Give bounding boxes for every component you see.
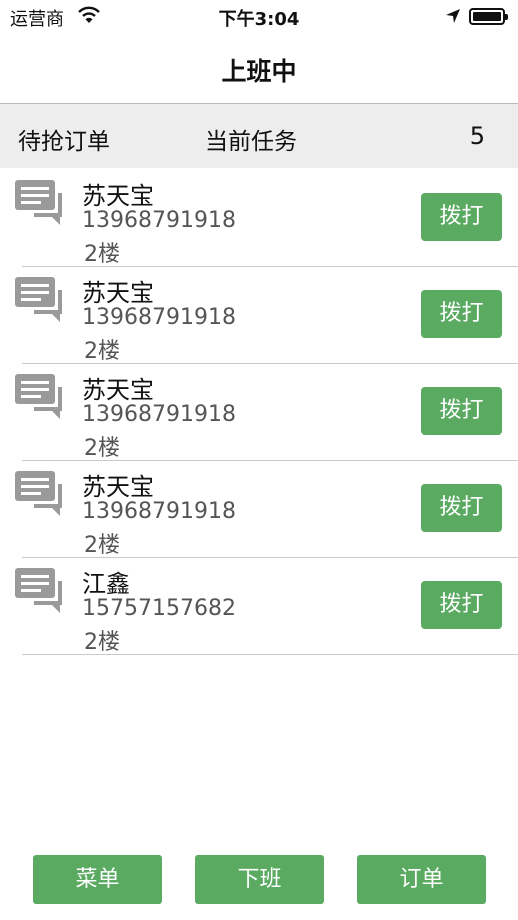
list-item[interactable]: 苏天宝 13968791918 2楼 拨打	[0, 364, 518, 461]
list-item[interactable]: 江鑫 15757157682 2楼 拨打	[0, 558, 518, 655]
list-item[interactable]: 苏天宝 13968791918 2楼 拨打	[0, 267, 518, 364]
orders-button[interactable]: 订单	[357, 855, 486, 904]
customer-name: 苏天宝	[82, 473, 154, 501]
nav-bar: 上班中	[0, 34, 518, 104]
bottom-action-bar: 菜单 下班 订单	[0, 855, 518, 905]
current-tasks-label[interactable]: 当前任务	[205, 122, 297, 156]
customer-phone: 13968791918	[82, 402, 236, 427]
clock-time: 下午3:04	[218, 9, 300, 30]
status-bar: 运营商 下午3:04	[0, 0, 518, 34]
message-icon[interactable]	[14, 470, 66, 518]
customer-name: 江鑫	[82, 570, 130, 598]
customer-floor: 2楼	[84, 630, 120, 655]
location-arrow-icon	[446, 9, 460, 23]
customer-floor: 2楼	[84, 339, 120, 364]
customer-phone: 13968791918	[82, 208, 236, 233]
off-work-button[interactable]: 下班	[195, 855, 324, 904]
row-divider	[22, 654, 518, 655]
list-item[interactable]: 苏天宝 13968791918 2楼 拨打	[0, 461, 518, 558]
customer-name: 苏天宝	[82, 376, 154, 404]
call-button[interactable]: 拨打	[421, 387, 502, 435]
customer-name: 苏天宝	[82, 182, 154, 210]
menu-button[interactable]: 菜单	[33, 855, 162, 904]
message-icon[interactable]	[14, 276, 66, 324]
customer-floor: 2楼	[84, 533, 120, 558]
call-button[interactable]: 拨打	[421, 581, 502, 629]
customer-phone: 13968791918	[82, 305, 236, 330]
call-button[interactable]: 拨打	[421, 193, 502, 241]
message-icon[interactable]	[14, 179, 66, 227]
call-button[interactable]: 拨打	[421, 290, 502, 338]
customer-phone: 13968791918	[82, 499, 236, 524]
customer-phone: 15757157682	[82, 596, 236, 621]
customer-floor: 2楼	[84, 436, 120, 461]
customer-name: 苏天宝	[82, 279, 154, 307]
current-tasks-count: 5	[469, 122, 485, 150]
page-title: 上班中	[221, 57, 297, 86]
battery-icon	[469, 8, 508, 25]
customer-floor: 2楼	[84, 242, 120, 267]
pending-orders-tab[interactable]: 待抢订单	[18, 122, 110, 156]
order-list: 苏天宝 13968791918 2楼 拨打 苏天宝 13968791918 2楼…	[0, 170, 518, 655]
call-button[interactable]: 拨打	[421, 484, 502, 532]
summary-bar: 待抢订单 当前任务 5	[0, 104, 518, 168]
message-icon[interactable]	[14, 373, 66, 421]
message-icon[interactable]	[14, 567, 66, 615]
list-item[interactable]: 苏天宝 13968791918 2楼 拨打	[0, 170, 518, 267]
